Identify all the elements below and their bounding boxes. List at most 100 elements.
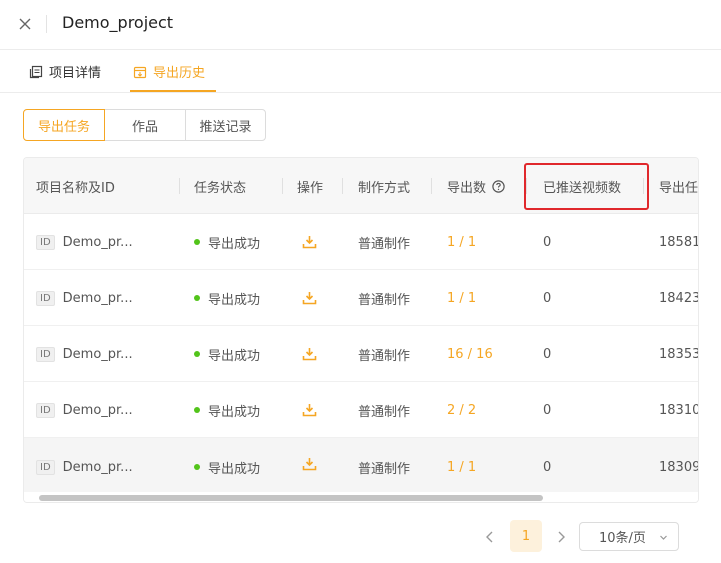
task-id-cell: 18310 xyxy=(659,402,699,418)
project-name[interactable]: Demo_pr... xyxy=(63,460,133,475)
id-badge: ID xyxy=(36,234,55,250)
id-badge: ID xyxy=(36,459,55,475)
status-cell: 导出成功 xyxy=(194,270,260,326)
project-title: Demo_project xyxy=(62,13,174,32)
pushed-count-cell: 0 xyxy=(543,402,552,418)
project-name[interactable]: Demo_pr... xyxy=(63,235,133,250)
project-name[interactable]: Demo_pr... xyxy=(63,291,133,306)
dialog-header: Demo_project xyxy=(0,0,721,50)
column-header-actions: 操作 xyxy=(297,180,324,196)
column-header-status: 任务状态 xyxy=(194,180,247,196)
tab-project-details[interactable]: 项目详情 xyxy=(29,50,101,93)
method-cell: 普通制作 xyxy=(358,292,411,308)
column-header-label: 导出数 xyxy=(447,180,487,196)
actions-cell xyxy=(302,270,317,326)
actions-cell xyxy=(302,382,317,438)
page-number-button[interactable]: 1 xyxy=(510,520,542,552)
column-divider xyxy=(431,178,432,194)
download-icon[interactable] xyxy=(302,457,317,471)
download-icon[interactable] xyxy=(302,347,317,361)
success-status-dot xyxy=(194,295,200,301)
export-count-cell: 1 / 1 xyxy=(447,290,477,306)
column-header-export-count: 导出数 xyxy=(447,158,505,214)
table-row: ID Demo_pr... 导出成功 普通制作 1 / 1 0 18423 xyxy=(24,270,699,326)
chevron-right-icon[interactable] xyxy=(551,527,571,547)
export-history-icon xyxy=(133,66,147,78)
export-count-cell: 2 / 2 xyxy=(447,402,477,418)
project-cell: ID Demo_pr... xyxy=(36,214,133,270)
column-divider xyxy=(342,178,343,194)
status-cell: 导出成功 xyxy=(194,382,260,438)
task-id-cell: 18353 xyxy=(659,346,699,362)
column-header-project: 项目名称及ID xyxy=(36,180,115,196)
tab-label: 导出历史 xyxy=(153,66,206,81)
status-text: 导出成功 xyxy=(208,236,261,252)
status-cell: 导出成功 xyxy=(194,214,260,270)
project-cell: ID Demo_pr... xyxy=(36,382,133,438)
chevron-down-icon xyxy=(660,535,667,540)
success-status-dot xyxy=(194,407,200,413)
column-divider xyxy=(179,178,180,194)
project-name[interactable]: Demo_pr... xyxy=(63,403,133,418)
status-text: 导出成功 xyxy=(208,404,261,420)
header-divider xyxy=(46,15,47,33)
project-cell: ID Demo_pr... xyxy=(36,326,133,382)
project-cell: ID Demo_pr... xyxy=(36,438,133,496)
status-text: 导出成功 xyxy=(208,461,261,477)
table-row: ID Demo_pr... 导出成功 普通制作 1 / 1 0 18581 xyxy=(24,214,699,270)
success-status-dot xyxy=(194,351,200,357)
active-tab-indicator xyxy=(130,90,216,92)
pushed-count-cell: 0 xyxy=(543,346,552,362)
export-count-cell: 1 / 1 xyxy=(447,234,477,250)
id-badge: ID xyxy=(36,346,55,362)
column-divider xyxy=(282,178,283,194)
success-status-dot xyxy=(194,464,200,470)
segment-export-tasks[interactable]: 导出任务 xyxy=(23,109,105,141)
table-row: ID Demo_pr... 导出成功 普通制作 2 / 2 0 18310 xyxy=(24,382,699,438)
pushed-count-cell: 0 xyxy=(543,290,552,306)
actions-cell xyxy=(302,214,317,270)
method-cell: 普通制作 xyxy=(358,348,411,364)
export-count-cell: 16 / 16 xyxy=(447,346,493,362)
horizontal-scrollbar-thumb[interactable] xyxy=(39,495,543,501)
export-count-cell: 1 / 1 xyxy=(447,459,477,475)
actions-cell xyxy=(302,438,317,490)
column-header-method: 制作方式 xyxy=(358,180,411,196)
download-icon[interactable] xyxy=(302,403,317,417)
project-name[interactable]: Demo_pr... xyxy=(63,347,133,362)
tab-export-history[interactable]: 导出历史 xyxy=(133,50,205,93)
success-status-dot xyxy=(194,239,200,245)
task-id-cell: 18423 xyxy=(659,290,699,306)
segment-works[interactable]: 作品 xyxy=(104,109,186,141)
tab-bar: 项目详情 导出历史 xyxy=(0,50,721,93)
method-cell: 普通制作 xyxy=(358,404,411,420)
id-badge: ID xyxy=(36,402,55,418)
method-cell: 普通制作 xyxy=(358,236,411,252)
actions-cell xyxy=(302,326,317,382)
close-icon[interactable] xyxy=(14,13,36,35)
download-icon[interactable] xyxy=(302,291,317,305)
download-icon[interactable] xyxy=(302,235,317,249)
status-text: 导出成功 xyxy=(208,348,261,364)
page-size-select[interactable]: 10条/页 xyxy=(579,522,679,551)
status-cell: 导出成功 xyxy=(194,326,260,382)
document-icon xyxy=(29,65,43,78)
method-cell: 普通制作 xyxy=(358,461,411,477)
task-id-cell: 18309 xyxy=(659,459,699,475)
column-header-task-id: 导出任 xyxy=(659,180,699,196)
table-row: ID Demo_pr... 导出成功 普通制作 1 / 1 0 18309 xyxy=(24,438,698,492)
pushed-count-cell: 0 xyxy=(543,459,552,475)
chevron-left-icon[interactable] xyxy=(480,527,500,547)
status-cell: 导出成功 xyxy=(194,438,260,496)
pushed-count-cell: 0 xyxy=(543,234,552,250)
task-id-cell: 18581 xyxy=(659,234,699,250)
table-row: ID Demo_pr... 导出成功 普通制作 16 / 16 0 18353 xyxy=(24,326,699,382)
status-text: 导出成功 xyxy=(208,292,261,308)
annotation-highlight-box xyxy=(524,163,649,210)
tab-label: 项目详情 xyxy=(49,66,102,81)
page-size-value: 10条/页 xyxy=(599,531,646,546)
help-icon[interactable] xyxy=(492,179,505,193)
project-cell: ID Demo_pr... xyxy=(36,270,133,326)
segment-push-records[interactable]: 推送记录 xyxy=(185,109,266,141)
id-badge: ID xyxy=(36,290,55,306)
